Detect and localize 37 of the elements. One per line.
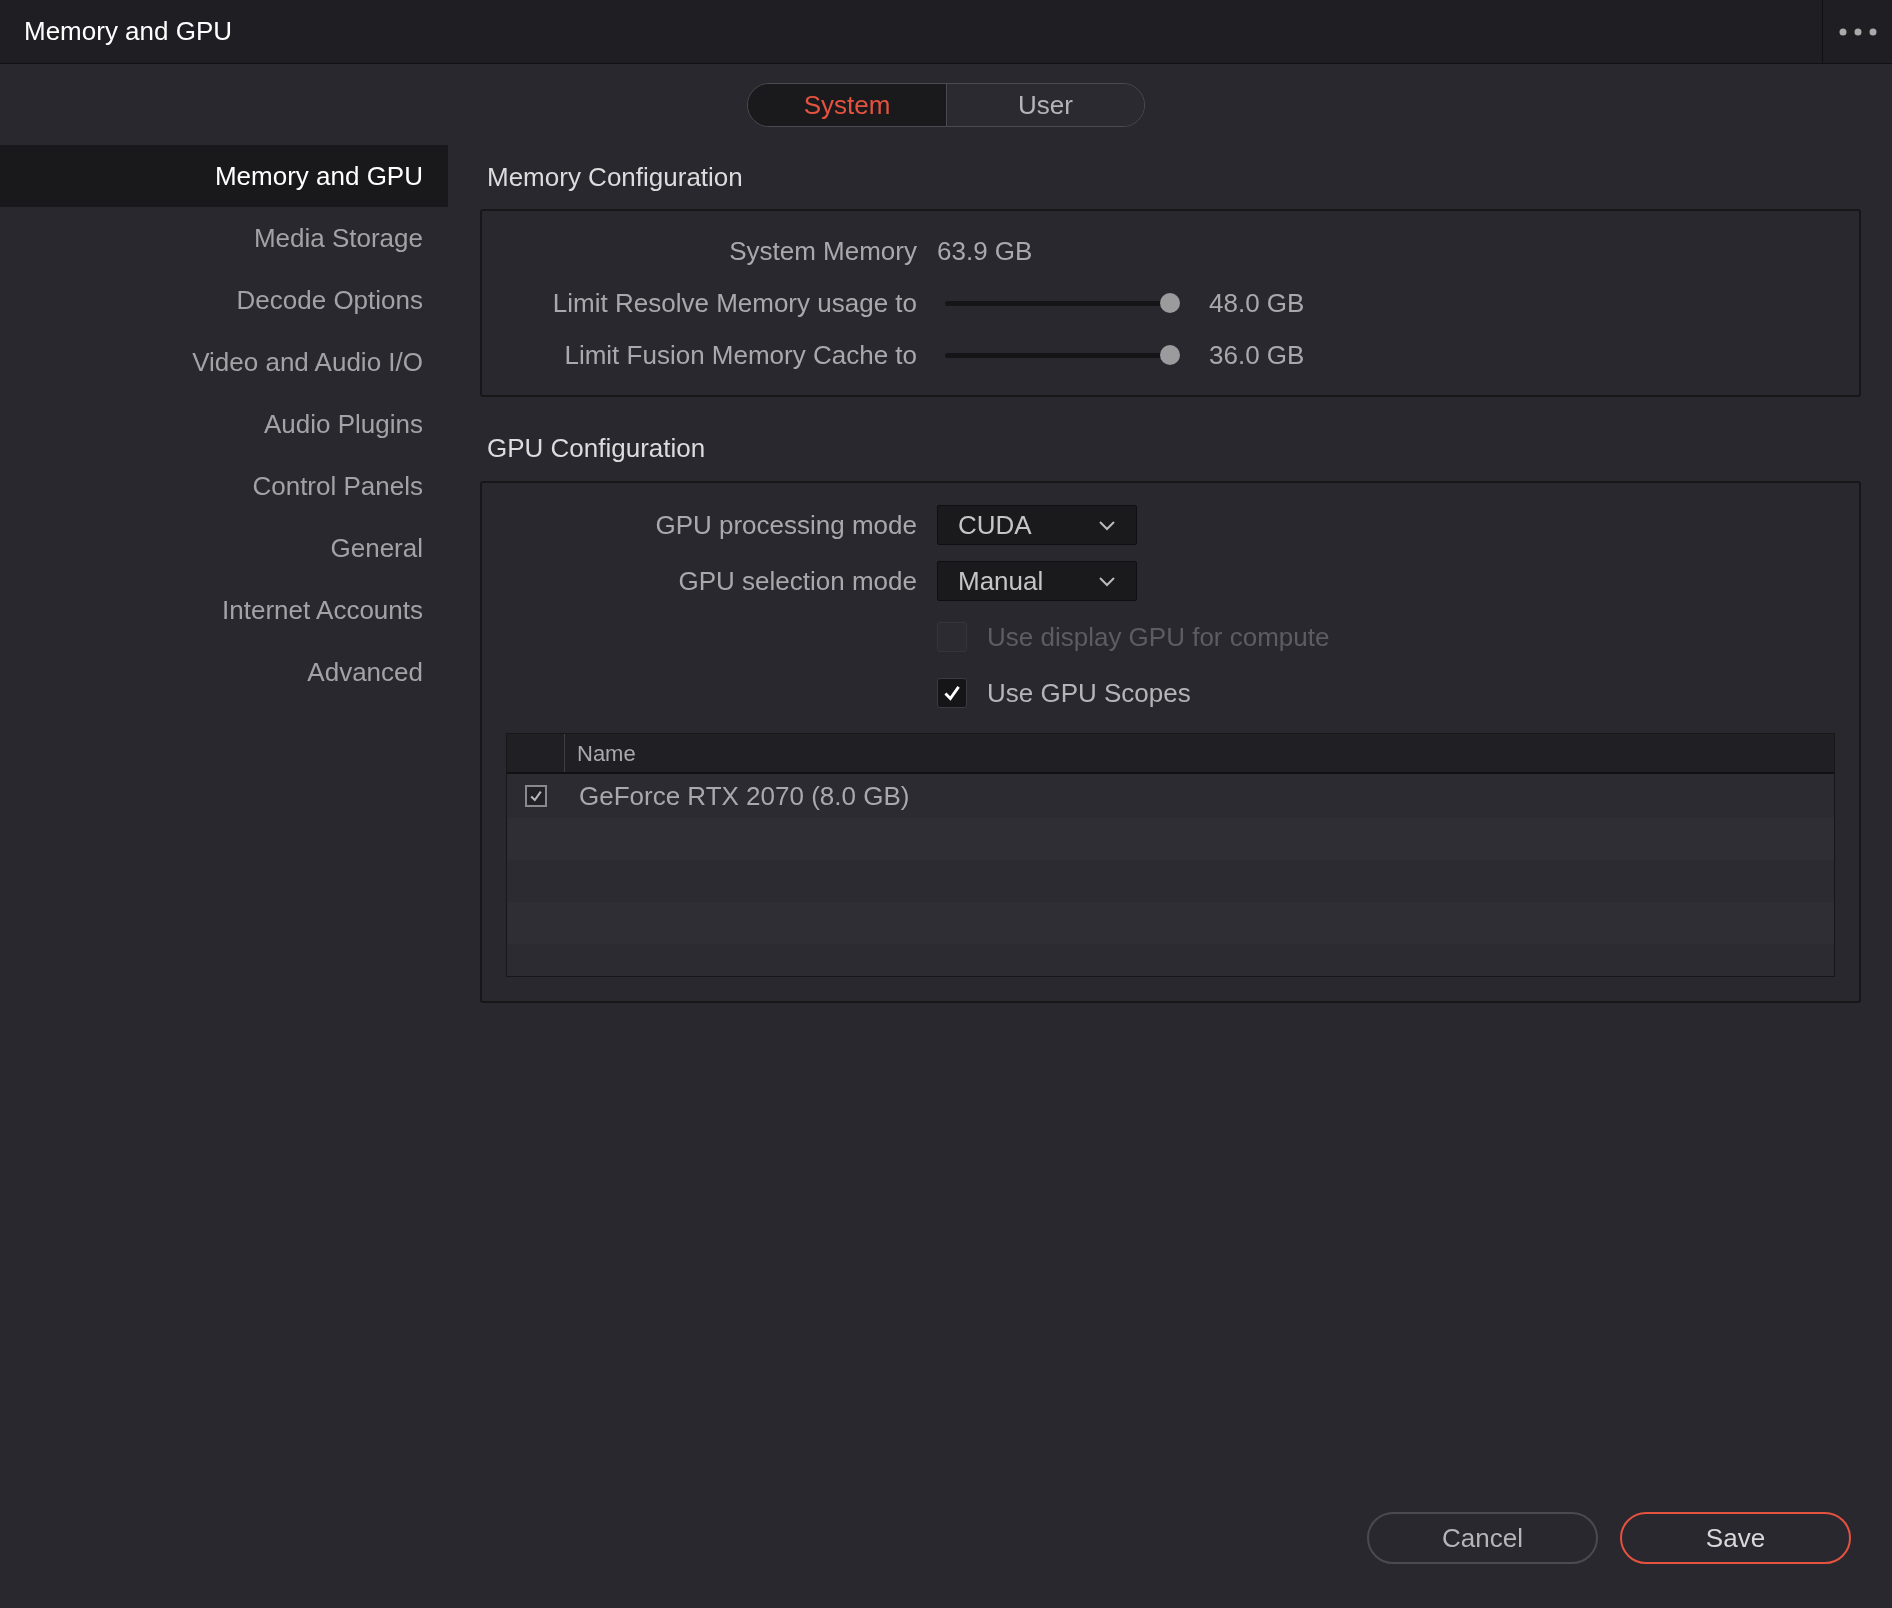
table-cell-text: GeForce RTX 2070 (8.0 GB)	[578, 779, 910, 813]
dropdown[interactable]: CUDA	[937, 505, 1137, 545]
checkbox[interactable]	[525, 785, 547, 807]
slider-label: Limit Fusion Memory Cache to	[563, 338, 917, 372]
more-options-icon	[1838, 27, 1877, 36]
slider-thumb[interactable]	[1160, 345, 1181, 365]
sidebar-item[interactable]: Audio Plugins	[0, 393, 448, 455]
sidebar-item[interactable]: Media Storage	[0, 207, 448, 269]
field-label: System Memory	[728, 234, 917, 268]
checkbox-label: Use GPU Scopes	[987, 676, 1191, 710]
slider-reading: 36.0 GB	[1209, 338, 1305, 372]
sidebar-item[interactable]: Internet Accounts	[0, 579, 448, 641]
sidebar-item[interactable]: Control Panels	[0, 455, 448, 517]
window-title: Memory and GPU	[24, 15, 234, 48]
save-button[interactable]: Save	[1620, 1512, 1851, 1564]
checkmark-icon	[528, 788, 544, 804]
sidebar-item[interactable]: Video and Audio I/O	[0, 331, 448, 393]
tab[interactable]: User	[946, 84, 1144, 126]
sidebar-item[interactable]: General	[0, 517, 448, 579]
slider-label: Limit Resolve Memory usage to	[551, 286, 917, 320]
sidebar-item[interactable]: Advanced	[0, 641, 448, 703]
field-label: GPU processing mode	[654, 508, 917, 542]
checkbox[interactable]	[937, 678, 967, 708]
field-value: 63.9 GB	[937, 234, 1033, 268]
section-heading: Memory Configuration	[486, 160, 744, 194]
slider-reading: 48.0 GB	[1209, 286, 1305, 320]
slider-thumb[interactable]	[1160, 293, 1181, 313]
chevron-down-icon	[1098, 575, 1116, 587]
field-label: GPU selection mode	[677, 564, 917, 598]
chevron-down-icon	[1098, 519, 1116, 531]
cancel-button[interactable]: Cancel	[1367, 1512, 1598, 1564]
sidebar-item[interactable]: Memory and GPU	[0, 145, 448, 207]
dropdown[interactable]: Manual	[937, 561, 1137, 601]
sidebar-item[interactable]: Decode Options	[0, 269, 448, 331]
tab[interactable]: System	[748, 84, 946, 126]
section-heading: GPU Configuration	[486, 431, 707, 465]
column-header: Name	[576, 739, 636, 768]
